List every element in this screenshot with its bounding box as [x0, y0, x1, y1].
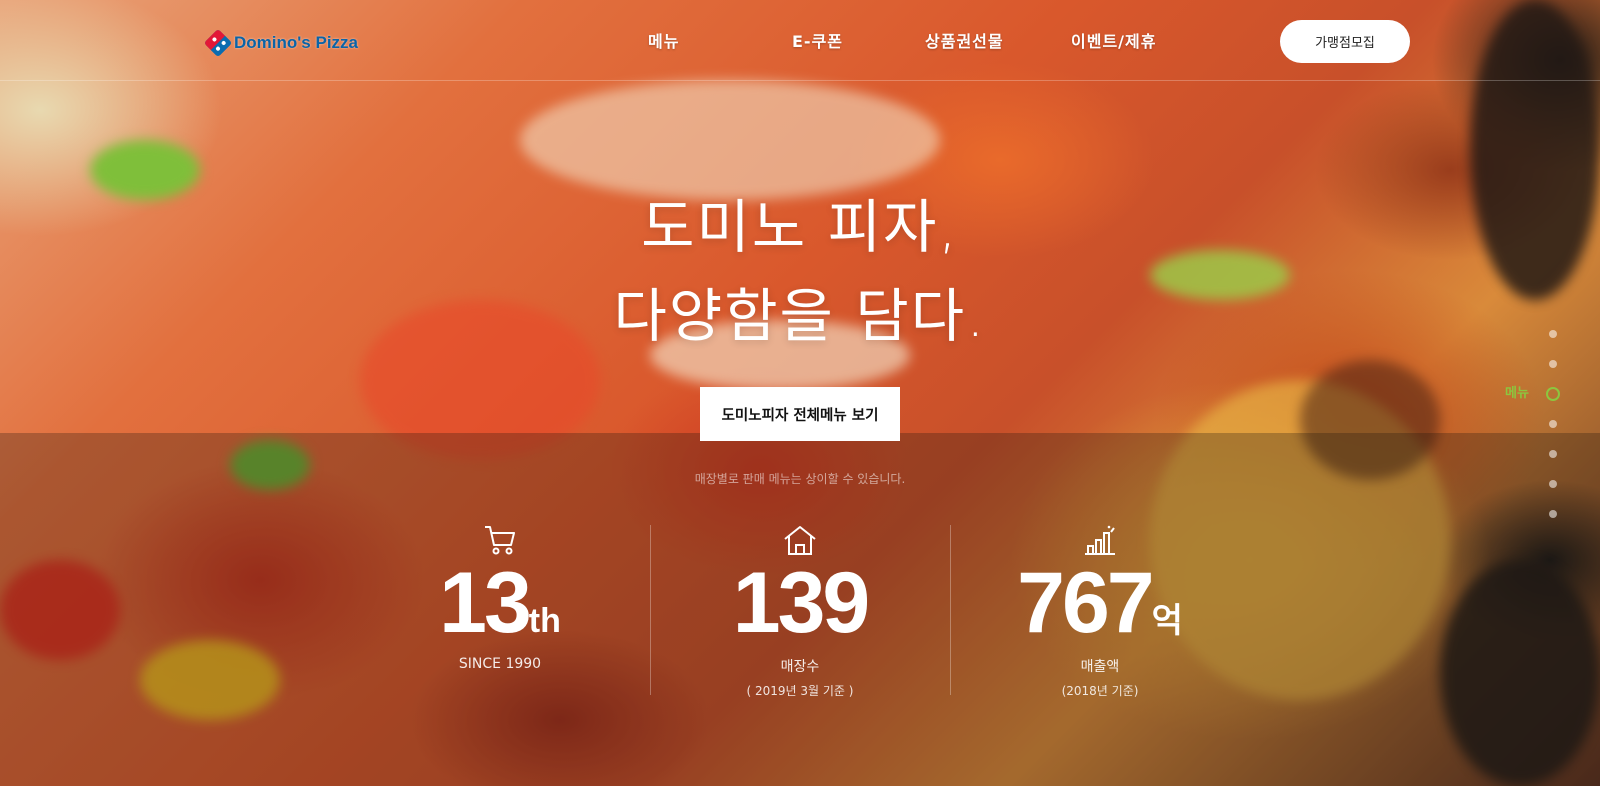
stat-label: 매장수: [780, 659, 820, 675]
pepper-shape: [90, 140, 200, 200]
stat-years: 13th SINCE 1990: [350, 520, 650, 672]
side-nav-dot[interactable]: [1549, 360, 1557, 368]
hero-title-line1: 도미노 피자,: [641, 193, 959, 261]
header-divider: [0, 80, 1600, 81]
stat-sales: 767억 매출액 (2018년 기준): [950, 520, 1250, 699]
side-nav-dot[interactable]: [1549, 510, 1557, 518]
stat-number: 13: [439, 555, 532, 651]
side-nav-active-label: 메뉴: [1505, 386, 1529, 401]
stat-number: 139: [732, 555, 870, 651]
stat-label: 매출액: [1080, 659, 1120, 675]
menu-disclaimer: 매장별로 판매 메뉴는 상이할 수 있습니다.: [694, 472, 906, 486]
hero-title-line2: 다양함을 담다.: [613, 282, 987, 350]
nav-item-ecoupon[interactable]: E-쿠폰: [792, 28, 843, 52]
side-nav-dot-active[interactable]: [1546, 387, 1560, 401]
stat-note: ( 2019년 3월 기준 ): [746, 684, 854, 698]
cart-icon: [485, 526, 515, 555]
side-nav-dot[interactable]: [1549, 420, 1557, 428]
view-full-menu-button[interactable]: 도미노피자 전체메뉴 보기: [700, 387, 900, 441]
nav-item-gift-card[interactable]: 상품권선물: [925, 28, 1004, 52]
house-icon: [784, 526, 816, 555]
stat-label: SINCE 1990: [458, 656, 542, 672]
side-nav-dot[interactable]: [1549, 480, 1557, 488]
side-nav-dot[interactable]: [1549, 330, 1557, 338]
stat-stores: 139 매장수 ( 2019년 3월 기준 ): [650, 520, 950, 699]
franchise-button[interactable]: 가맹점모집: [1280, 20, 1410, 63]
stat-number: 767: [1017, 555, 1154, 651]
stat-note: (2018년 기준): [1061, 684, 1139, 698]
side-nav-dot[interactable]: [1549, 450, 1557, 458]
stat-unit: 억: [1151, 602, 1183, 640]
nav-item-event[interactable]: 이벤트/제휴: [1071, 28, 1156, 52]
stat-unit: th: [528, 602, 561, 640]
nav-item-menu[interactable]: 메뉴: [648, 28, 679, 52]
cheese-shape: [520, 80, 940, 200]
bar-chart-icon: [1085, 525, 1115, 555]
